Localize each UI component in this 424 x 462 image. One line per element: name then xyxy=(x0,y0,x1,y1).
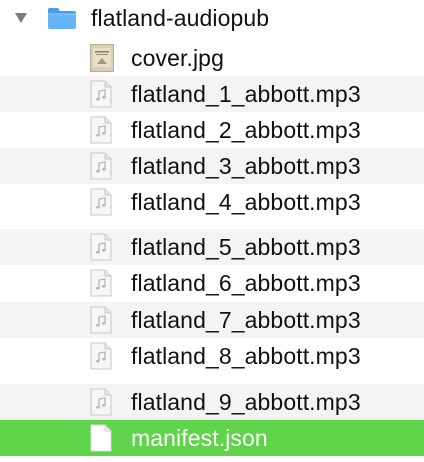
audio-file-icon xyxy=(90,152,112,180)
file-name: cover.jpg xyxy=(131,45,224,71)
file-name: flatland_3_abbott.mp3 xyxy=(131,153,361,179)
file-outline-list: flatland-audiopub cover.jpg flatland_1_a… xyxy=(0,0,424,462)
file-name: flatland_5_abbott.mp3 xyxy=(131,234,361,260)
file-name: flatland_4_abbott.mp3 xyxy=(131,189,361,215)
file-name: flatland_1_abbott.mp3 xyxy=(131,81,361,107)
folder-row[interactable]: flatland-audiopub xyxy=(0,0,424,36)
audio-file-icon xyxy=(90,116,112,144)
file-row[interactable]: flatland_4_abbott.mp3 xyxy=(0,184,424,220)
file-row[interactable]: flatland_9_abbott.mp3 xyxy=(0,384,424,420)
file-name: flatland_6_abbott.mp3 xyxy=(131,270,361,296)
file-name: flatland_9_abbott.mp3 xyxy=(131,389,361,415)
document-file-icon xyxy=(90,424,112,452)
audio-file-icon xyxy=(90,188,112,216)
file-row-selected[interactable]: manifest.json xyxy=(0,420,424,456)
audio-file-icon xyxy=(90,388,112,416)
audio-file-icon xyxy=(90,233,112,261)
audio-file-icon xyxy=(90,80,112,108)
file-row[interactable]: flatland_3_abbott.mp3 xyxy=(0,148,424,184)
folder-icon xyxy=(47,6,77,30)
file-row[interactable]: cover.jpg xyxy=(0,40,424,76)
audio-file-icon xyxy=(90,306,112,334)
file-row[interactable]: flatland_1_abbott.mp3 xyxy=(0,76,424,112)
image-thumbnail-icon xyxy=(90,44,114,72)
audio-file-icon xyxy=(90,342,112,370)
file-row[interactable]: flatland_5_abbott.mp3 xyxy=(0,229,424,265)
file-name: flatland_7_abbott.mp3 xyxy=(131,307,361,333)
file-name: flatland_8_abbott.mp3 xyxy=(131,343,361,369)
file-row[interactable]: flatland_8_abbott.mp3 xyxy=(0,338,424,374)
disclosure-triangle-icon[interactable] xyxy=(14,11,28,25)
file-row[interactable]: flatland_7_abbott.mp3 xyxy=(0,302,424,338)
audio-file-icon xyxy=(90,269,112,297)
file-name: manifest.json xyxy=(131,425,268,451)
folder-name: flatland-audiopub xyxy=(91,5,270,31)
file-row[interactable]: flatland_2_abbott.mp3 xyxy=(0,112,424,148)
file-name: flatland_2_abbott.mp3 xyxy=(131,117,361,143)
file-row[interactable]: flatland_6_abbott.mp3 xyxy=(0,265,424,301)
